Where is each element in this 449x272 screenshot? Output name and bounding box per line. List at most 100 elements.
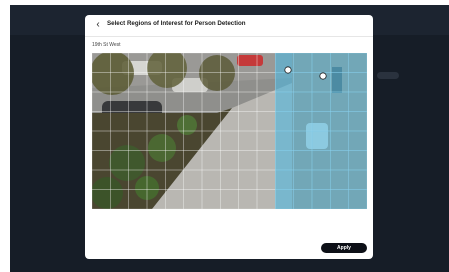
grid-cell[interactable] [183,91,203,112]
grid-cell[interactable] [183,169,203,190]
grid-cell[interactable] [183,150,203,171]
grid-cell[interactable] [201,53,221,73]
grid-cell[interactable] [183,189,203,210]
grid-cell[interactable] [110,53,129,73]
grid-cell[interactable] [256,72,276,93]
grid-cell-selected[interactable] [311,91,331,112]
grid-cell-selected[interactable] [311,111,331,132]
grid-cell[interactable] [220,150,239,171]
grid-cell-selected[interactable] [275,91,294,112]
grid-cell-selected[interactable] [293,150,313,171]
grid-cell[interactable] [110,91,129,112]
grid-cell[interactable] [146,72,166,93]
grid-cell[interactable] [92,72,111,93]
grid-cell[interactable] [220,169,239,190]
grid-cell-selected[interactable] [275,72,294,93]
grid-cell[interactable] [256,150,276,171]
grid-cell[interactable] [128,169,148,190]
grid-cell[interactable] [201,91,221,112]
grid-cell-selected[interactable] [330,53,349,73]
grid-cell[interactable] [92,169,111,190]
grid-cell[interactable] [92,189,111,210]
grid-cell-selected[interactable] [330,72,349,93]
grid-cell[interactable] [92,111,111,132]
grid-cell-selected[interactable] [293,111,313,132]
grid-cell-selected[interactable] [311,130,331,151]
grid-cell-selected[interactable] [348,150,367,171]
grid-cell[interactable] [110,169,129,190]
grid-cell-selected[interactable] [311,53,331,73]
grid-cell-selected[interactable] [293,130,313,151]
grid-cell[interactable] [220,130,239,151]
grid-cell-selected[interactable] [330,91,349,112]
grid-cell[interactable] [165,111,184,132]
grid-cell-selected[interactable] [348,53,367,73]
grid-cell-selected[interactable] [275,189,294,210]
apply-button[interactable]: Apply [321,243,367,253]
grid-cell[interactable] [201,189,221,210]
grid-cell[interactable] [92,130,111,151]
grid-cell[interactable] [165,130,184,151]
grid-cell[interactable] [110,150,129,171]
grid-cell[interactable] [128,72,148,93]
grid-cell-selected[interactable] [348,72,367,93]
grid-cell[interactable] [146,53,166,73]
grid-cell[interactable] [201,111,221,132]
grid-cell[interactable] [201,169,221,190]
grid-cell-selected[interactable] [311,169,331,190]
grid-cell[interactable] [256,189,276,210]
grid-cell[interactable] [238,150,258,171]
grid-cell[interactable] [146,150,166,171]
grid-cell[interactable] [201,130,221,151]
grid-cell[interactable] [183,72,203,93]
grid-cell[interactable] [146,169,166,190]
grid-cell[interactable] [238,91,258,112]
grid-cell-selected[interactable] [311,189,331,210]
grid-cell[interactable] [92,150,111,171]
grid-cell[interactable] [256,91,276,112]
grid-cell[interactable] [110,72,129,93]
grid-cell-selected[interactable] [311,150,331,171]
grid-cell-selected[interactable] [348,169,367,190]
grid-cell[interactable] [146,189,166,210]
grid-cell[interactable] [128,189,148,210]
grid-cell-selected[interactable] [330,150,349,171]
grid-cell[interactable] [128,130,148,151]
grid-cell[interactable] [165,189,184,210]
grid-cell[interactable] [146,111,166,132]
grid-cell[interactable] [238,72,258,93]
grid-cell-selected[interactable] [330,169,349,190]
grid-cell-selected[interactable] [293,169,313,190]
grid-cell[interactable] [256,169,276,190]
grid-cell[interactable] [238,111,258,132]
chevron-left-icon[interactable]: ‹ [93,19,103,31]
grid-cell-selected[interactable] [330,130,349,151]
grid-cell[interactable] [92,53,111,73]
grid-cell[interactable] [128,150,148,171]
grid-cell-selected[interactable] [348,91,367,112]
grid-cell[interactable] [110,130,129,151]
grid-cell-selected[interactable] [293,53,313,73]
grid-cell[interactable] [183,130,203,151]
grid-cell[interactable] [128,111,148,132]
grid-cell[interactable] [165,53,184,73]
grid-cell[interactable] [220,189,239,210]
grid-cell[interactable] [92,91,111,112]
grid-cell-selected[interactable] [275,130,294,151]
grid-cell-selected[interactable] [330,189,349,210]
grid-cell[interactable] [165,150,184,171]
grid-cell[interactable] [165,169,184,190]
grid-cell[interactable] [110,111,129,132]
grid-cell[interactable] [220,111,239,132]
grid-cell[interactable] [238,53,258,73]
grid-cell-selected[interactable] [348,189,367,210]
grid-cell-selected[interactable] [275,169,294,190]
grid-cell-selected[interactable] [275,111,294,132]
grid-cell[interactable] [165,91,184,112]
grid-cell-selected[interactable] [330,111,349,132]
grid-cell[interactable] [256,111,276,132]
grid-cell[interactable] [220,53,239,73]
grid-cell-selected[interactable] [348,111,367,132]
grid-cell[interactable] [256,53,276,73]
grid-cell[interactable] [220,91,239,112]
